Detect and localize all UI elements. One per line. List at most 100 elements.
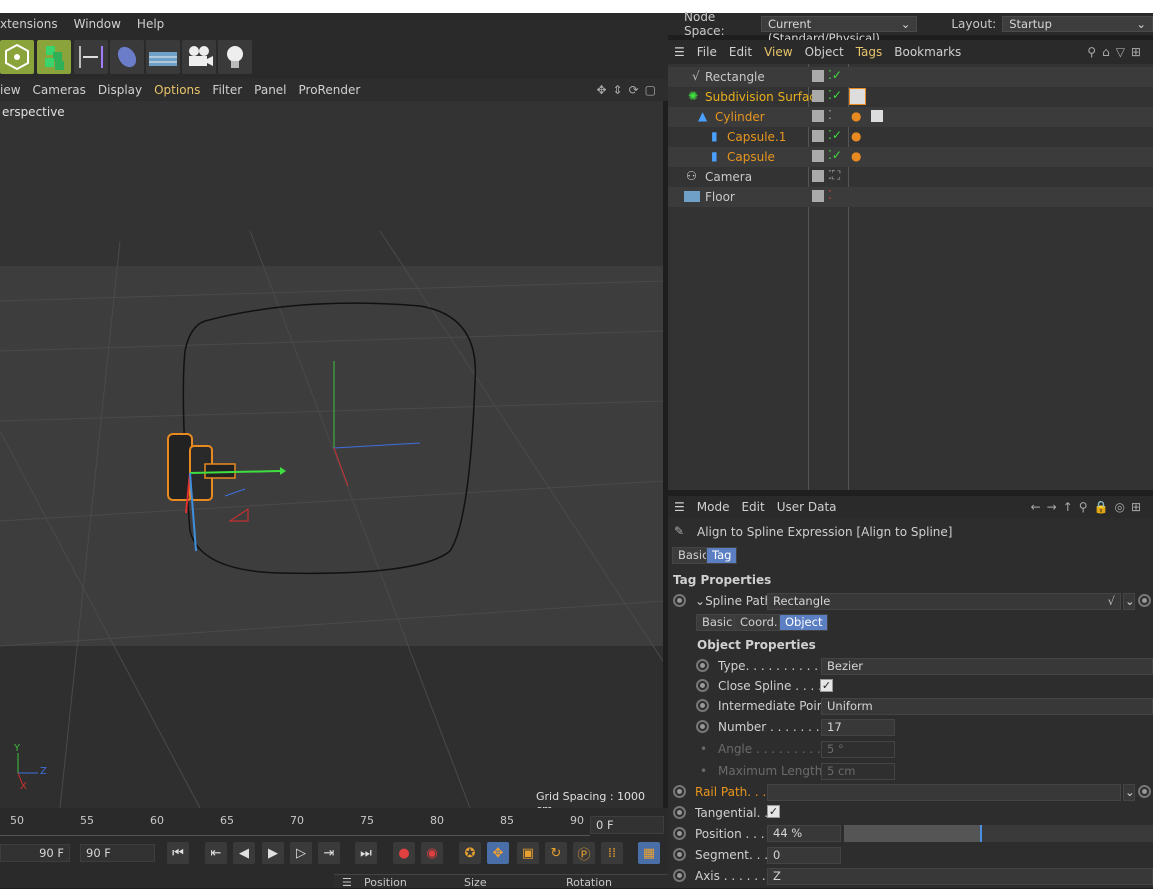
close-spline-anim-icon[interactable] <box>696 679 709 692</box>
align-to-spline-tag-icon[interactable] <box>849 88 866 105</box>
subtab-object[interactable]: Object <box>779 614 829 631</box>
floor-icon[interactable] <box>146 40 180 74</box>
object-row-capsule[interactable]: ▮ Capsule ⁚✓ ● <box>668 147 1153 167</box>
intermediate-anim-icon[interactable] <box>696 699 709 712</box>
am-menu-user-data[interactable]: User Data <box>771 500 843 514</box>
pick-target-icon[interactable] <box>1138 594 1151 607</box>
object-mode-icon[interactable] <box>37 40 71 74</box>
menu-help[interactable]: Help <box>129 17 172 31</box>
keyframe-selection-icon[interactable]: ✪ <box>459 842 481 864</box>
snap-icon[interactable] <box>74 40 108 74</box>
model-mode-icon[interactable] <box>0 40 34 74</box>
om-menu-tags[interactable]: Tags <box>850 45 889 59</box>
type-anim-icon[interactable] <box>696 659 709 672</box>
menu-display[interactable]: Display <box>92 83 148 97</box>
move-key-icon[interactable]: ✥ <box>487 842 509 864</box>
rail-path-link-field[interactable] <box>767 784 1121 801</box>
viewport-perspective[interactable]: erspective Y Z X Grid Spacing : 1000 cm <box>0 101 663 808</box>
am-nav-icons[interactable]: ←→↑⚲🔒◎⊞ <box>1025 500 1153 514</box>
menu-window[interactable]: Window <box>66 17 129 31</box>
scale-key-icon[interactable]: ▣ <box>517 842 539 864</box>
rail-path-anim-icon[interactable] <box>673 785 686 798</box>
menu-extensions[interactable]: xtensions <box>0 17 66 31</box>
am-menu-mode[interactable]: Mode <box>691 500 736 514</box>
chevron-down-icon[interactable]: ⌄ <box>1123 593 1135 610</box>
position-anim-icon[interactable] <box>673 827 686 840</box>
autokey-icon[interactable]: ◉ <box>421 842 443 864</box>
node-space-dropdown[interactable]: Current (Standard/Physical) ⌄ <box>760 16 918 45</box>
layer-icon[interactable] <box>812 90 824 102</box>
om-menu-object[interactable]: Object <box>799 45 850 59</box>
object-row-cylinder[interactable]: ▲ Cylinder ⁚ ● <box>668 107 1153 127</box>
enabled-check-icon[interactable]: ⁚✓ <box>828 88 842 102</box>
current-frame-field[interactable]: 0 F <box>590 816 664 834</box>
enabled-check-icon[interactable]: ⁚✓ <box>828 68 842 82</box>
light-icon[interactable] <box>218 40 252 74</box>
viewport-nav-icons[interactable]: ✥⇕⟳▢ <box>590 83 668 97</box>
om-menu-bookmarks[interactable]: Bookmarks <box>888 45 967 59</box>
spline-path-anim-icon[interactable] <box>673 594 686 607</box>
close-spline-checkbox[interactable]: ✓ <box>820 679 833 692</box>
layout-dropdown[interactable]: Startup ⌄ <box>1002 16 1153 32</box>
number-field[interactable]: 17 <box>821 719 895 736</box>
pla-key-icon[interactable]: ⁞⁞ <box>601 842 623 864</box>
rotate-key-icon[interactable]: ↻ <box>545 842 567 864</box>
layer-icon[interactable] <box>812 190 824 202</box>
om-menu-view[interactable]: View <box>758 45 798 59</box>
tangential-anim-icon[interactable] <box>673 806 686 819</box>
om-menu-edit[interactable]: Edit <box>723 45 758 59</box>
enabled-check-icon[interactable]: ⁚✓ <box>828 148 842 162</box>
next-key-icon[interactable]: ⇥ <box>318 842 340 864</box>
position-slider[interactable] <box>844 825 1153 842</box>
go-to-start-icon[interactable]: ⏮ <box>167 842 189 864</box>
tangential-checkbox[interactable]: ✓ <box>767 805 780 818</box>
material-tag-icon[interactable]: ● <box>851 149 861 163</box>
prev-key-icon[interactable]: ⇤ <box>205 842 227 864</box>
menu-filter[interactable]: Filter <box>206 83 248 97</box>
go-to-end-icon[interactable]: ⏭ <box>355 842 377 864</box>
layer-icon[interactable] <box>812 170 824 182</box>
chevron-down-icon[interactable]: ⌄ <box>1123 784 1135 801</box>
position-slider-knob[interactable] <box>980 825 982 842</box>
object-row-floor[interactable]: Floor ⁚ <box>668 187 1153 207</box>
layer-icon[interactable] <box>812 70 824 82</box>
layer-icon[interactable] <box>812 150 824 162</box>
type-dropdown[interactable]: Bezier <box>821 658 1153 675</box>
max-frame-field[interactable]: 90 F <box>80 844 155 862</box>
next-frame-icon[interactable]: ▷ <box>290 842 312 864</box>
object-row-rectangle[interactable]: √ Rectangle ⁚✓ <box>668 67 1153 87</box>
record-icon[interactable]: ● <box>393 842 415 864</box>
visibility-dots-icon[interactable]: ⁚ <box>828 108 832 122</box>
param-key-icon[interactable]: Ⓟ <box>573 842 595 864</box>
position-field[interactable]: 44 % <box>767 825 841 842</box>
om-toolbar-icons[interactable]: ⚲⌂▽⊞ <box>1081 45 1153 59</box>
intermediate-points-dropdown[interactable]: Uniform <box>821 698 1153 715</box>
material-tag-icon[interactable]: ● <box>851 109 861 123</box>
segment-field[interactable]: 0 <box>767 847 841 864</box>
number-anim-icon[interactable] <box>696 720 709 733</box>
layer-icon[interactable] <box>812 110 824 122</box>
menu-options[interactable]: Options <box>148 83 206 97</box>
material-tag-icon[interactable]: ● <box>851 129 861 143</box>
timeline-ruler[interactable]: 50 55 60 65 70 75 80 85 90 <box>0 808 590 836</box>
axis-anim-icon[interactable] <box>673 869 686 882</box>
layer-icon[interactable] <box>812 130 824 142</box>
enabled-check-icon[interactable]: ⁚✓ <box>828 128 842 142</box>
checker-tag-icon[interactable] <box>871 110 883 122</box>
subtab-basic[interactable]: Basic <box>696 614 739 631</box>
menu-prorender[interactable]: ProRender <box>293 83 367 97</box>
object-row-capsule-1[interactable]: ▮ Capsule.1 ⁚✓ ● <box>668 127 1153 147</box>
prev-frame-icon[interactable]: ◀ <box>233 842 255 864</box>
menu-view[interactable]: iew <box>0 83 27 97</box>
hamburger-icon[interactable]: ☰ <box>342 876 352 889</box>
pick-target-icon[interactable] <box>1138 785 1151 798</box>
object-row-subdivision-surface[interactable]: ✺ Subdivision Surface ⁚✓ <box>668 87 1153 107</box>
deformer-icon[interactable] <box>110 40 144 74</box>
am-menu-edit[interactable]: Edit <box>735 500 770 514</box>
om-menu-file[interactable]: File <box>691 45 723 59</box>
spline-path-link-field[interactable]: Rectangle √ <box>767 593 1121 610</box>
menu-panel[interactable]: Panel <box>248 83 292 97</box>
min-frame-field[interactable]: 90 F <box>0 844 70 862</box>
disabled-dots-icon[interactable]: ⁚ <box>828 188 832 202</box>
hamburger-icon[interactable]: ☰ <box>668 500 691 514</box>
